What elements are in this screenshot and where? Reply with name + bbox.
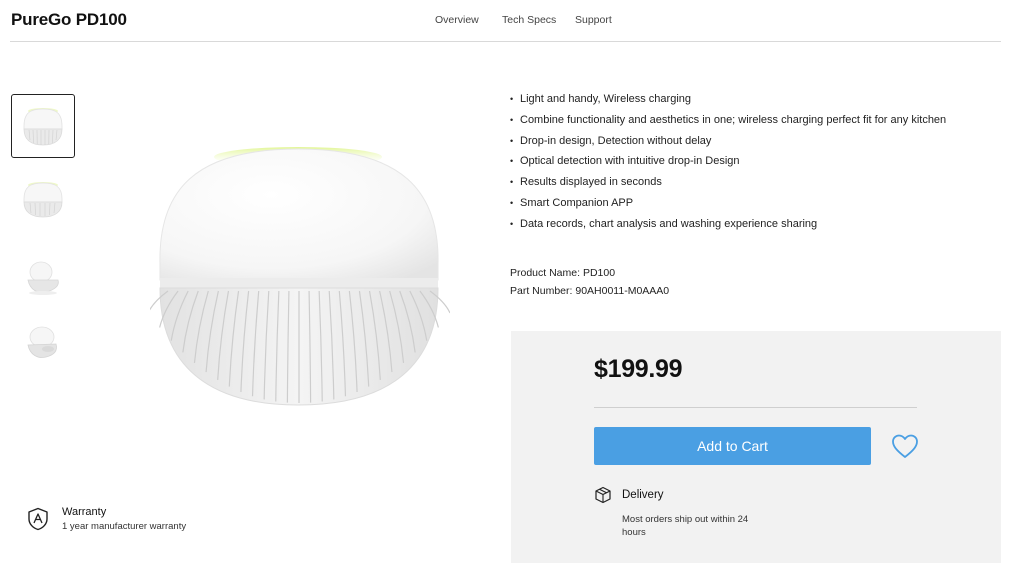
shield-icon [28, 507, 48, 531]
product-name: Product Name: PD100 [510, 267, 616, 279]
heart-icon[interactable] [891, 433, 919, 459]
feature-item: Optical detection with intuitive drop-in… [510, 151, 946, 172]
nav-support-link[interactable]: Support [575, 14, 612, 26]
thumbnail-side[interactable] [11, 241, 75, 305]
product-hero-image [150, 147, 450, 406]
brand-title[interactable]: PureGo PD100 [11, 10, 127, 30]
product-thumbnail-image [23, 182, 63, 218]
package-icon [595, 486, 611, 504]
purchase-panel: $199.99 Add to Cart Delivery Most orders… [511, 331, 1001, 563]
product-thumbnail-image [27, 326, 57, 358]
feature-list: Light and handy, Wireless charging Combi… [510, 89, 946, 235]
warranty-info: 1 year manufacturer warranty [62, 521, 187, 532]
price: $199.99 [594, 355, 683, 383]
feature-item: Data records, chart analysis and washing… [510, 214, 946, 235]
feature-item: Smart Companion APP [510, 193, 946, 214]
feature-item: Light and handy, Wireless charging [510, 89, 946, 110]
product-thumbnail-image [27, 261, 59, 295]
warranty-title: Warranty [62, 506, 107, 518]
part-number: Part Number: 90AH0011-M0AAA0 [510, 285, 670, 297]
nav-tech-specs-link[interactable]: Tech Specs [502, 14, 556, 26]
add-to-cart-button[interactable]: Add to Cart [594, 427, 871, 465]
delivery-info: Most orders ship out within 24 hours [622, 514, 749, 538]
top-navigation-bar: PureGo PD100 Overview Tech Specs Support [10, 0, 1001, 42]
product-thumbnail-image [23, 108, 63, 146]
nav-overview-link[interactable]: Overview [435, 14, 479, 26]
feature-item: Drop-in design, Detection without delay [510, 131, 946, 152]
delivery-title: Delivery [622, 489, 664, 501]
price-divider [594, 407, 917, 408]
feature-item: Combine functionality and aesthetics in … [510, 110, 946, 131]
feature-item: Results displayed in seconds [510, 172, 946, 193]
thumbnail-front-small[interactable] [11, 166, 75, 230]
thumbnail-front[interactable] [11, 94, 75, 158]
thumbnail-angle[interactable] [11, 308, 75, 372]
